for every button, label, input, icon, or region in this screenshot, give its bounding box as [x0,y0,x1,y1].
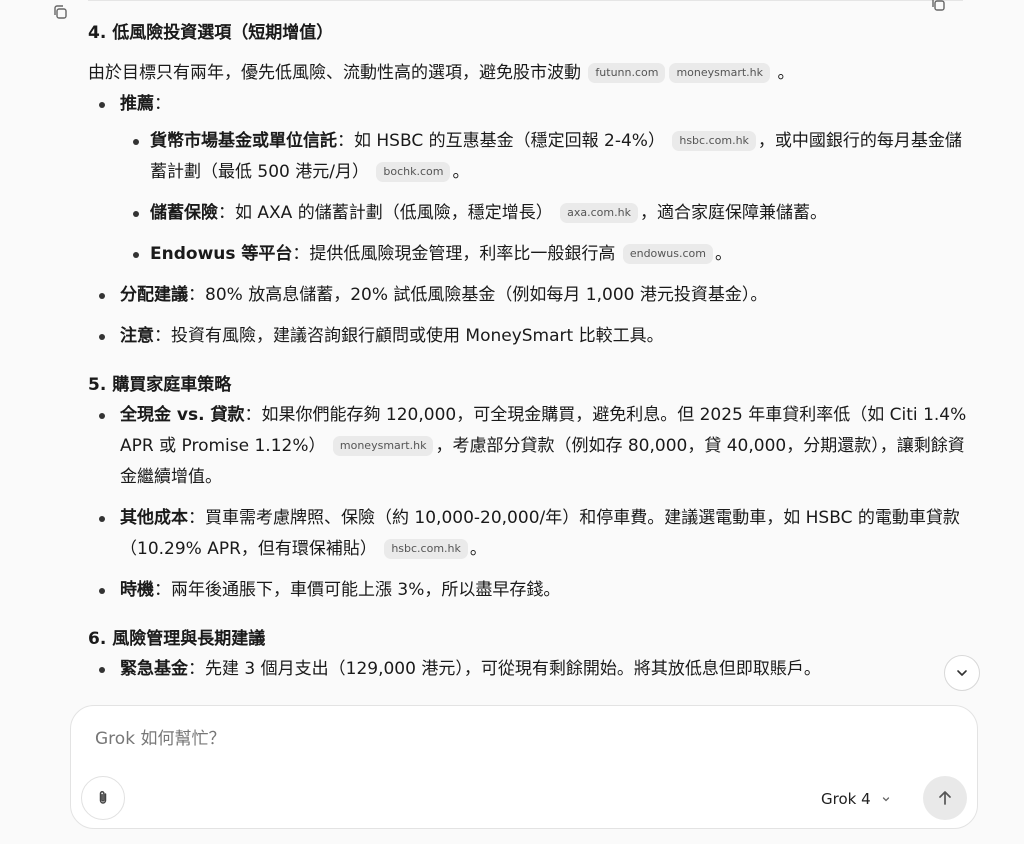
chevron-down-icon [882,797,889,802]
scroll-down-button[interactable] [944,655,980,691]
section-heading: 4. 低風險投資選項（短期增值） [88,23,334,43]
item-label: 推薦 [120,94,154,114]
sub-list-item: 貨幣市場基金或單位信託：如 HSBC 的互惠基金（穩定回報 2-4%） hsbc… [120,126,968,188]
item-text: ：投資有風險，建議咨詢銀行顧問或使用 MoneySmart 比較工具。 [154,326,664,346]
item-label: Endowus 等平台 [150,244,293,264]
item-text: 。 [714,244,732,264]
paperclip-icon [99,791,107,804]
item-label: 全現金 vs. 貸款 [120,405,245,425]
item-label: 貨幣市場基金或單位信託 [150,131,337,151]
item-label: 其他成本 [120,508,188,528]
list-item: 注意：投資有風險，建議咨詢銀行顧問或使用 MoneySmart 比較工具。 [88,321,968,352]
item-text: ：如 AXA 的儲蓄計劃（低風險，穩定增長） [218,203,553,223]
bullet-list: 推薦： 貨幣市場基金或單位信託：如 HSBC 的互惠基金（穩定回報 2-4%） … [88,89,968,352]
copy-icon[interactable] [930,0,946,12]
attach-button[interactable] [81,776,125,820]
source-chip[interactable]: axa.com.hk [560,203,638,223]
arrow-up-icon [939,791,951,805]
item-label: 分配建議 [120,285,188,305]
item-label: 緊急基金 [120,659,188,679]
item-label: 時機 [120,580,154,600]
sub-list-item: 儲蓄保險：如 AXA 的儲蓄計劃（低風險，穩定增長） axa.com.hk ，適合… [120,198,968,229]
list-item: 其他成本：買車需考慮牌照、保險（約 10,000-20,000/年）和停車費。建… [88,503,968,565]
item-text: ：80% 放高息儲蓄，20% 試低風險基金（例如每月 1,000 港元投資基金）… [188,285,768,305]
top-divider [88,0,963,1]
item-text: ：買車需考慮牌照、保險（約 10,000-20,000/年）和停車費。建議選電動… [120,508,960,559]
list-item: 時機：兩年後通脹下，車價可能上漲 3%，所以盡早存錢。 [88,575,968,606]
item-label: 注意 [120,326,154,346]
item-text: ：如 HSBC 的互惠基金（穩定回報 2-4%） [337,131,665,151]
model-name: Grok 4 [821,790,871,808]
section-intro: 由於目標只有兩年，優先低風險、流動性高的選項，避免股市波動 futunn.com… [88,58,968,89]
chevron-down-icon [957,670,967,676]
source-chip[interactable]: endowus.com [622,244,713,264]
list-item: 全現金 vs. 貸款：如果你們能存夠 120,000，可全現金購買，避免利息。但… [88,400,968,493]
message-input[interactable] [93,728,797,750]
source-chip[interactable]: hsbc.com.hk [672,131,756,151]
sub-list-item: Endowus 等平台：提供低風險現金管理，利率比一般銀行高 endowus.c… [120,239,968,270]
response-content: 4. 低風險投資選項（短期增值） 由於目標只有兩年，優先低風險、流動性高的選項，… [88,18,968,685]
source-chip[interactable]: hsbc.com.hk [384,539,468,559]
item-text: ： [154,94,171,114]
copy-icon[interactable] [52,4,68,20]
source-chip[interactable]: bochk.com [376,162,451,182]
message-composer: Grok 4 [70,705,978,829]
send-button[interactable] [923,776,967,820]
item-text: ：先建 3 個月支出（129,000 港元），可從現有剩餘開始。將其放低息但即取… [188,659,821,679]
item-label: 儲蓄保險 [150,203,218,223]
source-chip[interactable]: moneysmart.hk [332,436,434,456]
item-text: ：兩年後通脹下，車價可能上漲 3%，所以盡早存錢。 [154,580,561,600]
sub-list: 貨幣市場基金或單位信託：如 HSBC 的互惠基金（穩定回報 2-4%） hsbc… [120,126,968,270]
item-text: 。 [452,162,470,182]
list-item: 分配建議：80% 放高息儲蓄，20% 試低風險基金（例如每月 1,000 港元投… [88,280,968,311]
item-text: 。 [469,539,487,559]
source-chip[interactable]: futunn.com [588,63,666,83]
intro-end: 。 [777,63,795,83]
section-heading: 6. 風險管理與長期建議 [88,629,266,649]
model-selector[interactable]: Grok 4 [821,788,891,810]
source-chip[interactable]: moneysmart.hk [669,63,771,83]
list-item: 推薦： 貨幣市場基金或單位信託：如 HSBC 的互惠基金（穩定回報 2-4%） … [88,89,968,270]
item-text: ，適合家庭保障兼儲蓄。 [639,203,827,223]
bullet-list: 全現金 vs. 貸款：如果你們能存夠 120,000，可全現金購買，避免利息。但… [88,400,968,606]
intro-text: 由於目標只有兩年，優先低風險、流動性高的選項，避免股市波動 [88,63,581,83]
section-heading: 5. 購買家庭車策略 [88,375,232,395]
item-text: ：提供低風險現金管理，利率比一般銀行高 [292,244,616,264]
